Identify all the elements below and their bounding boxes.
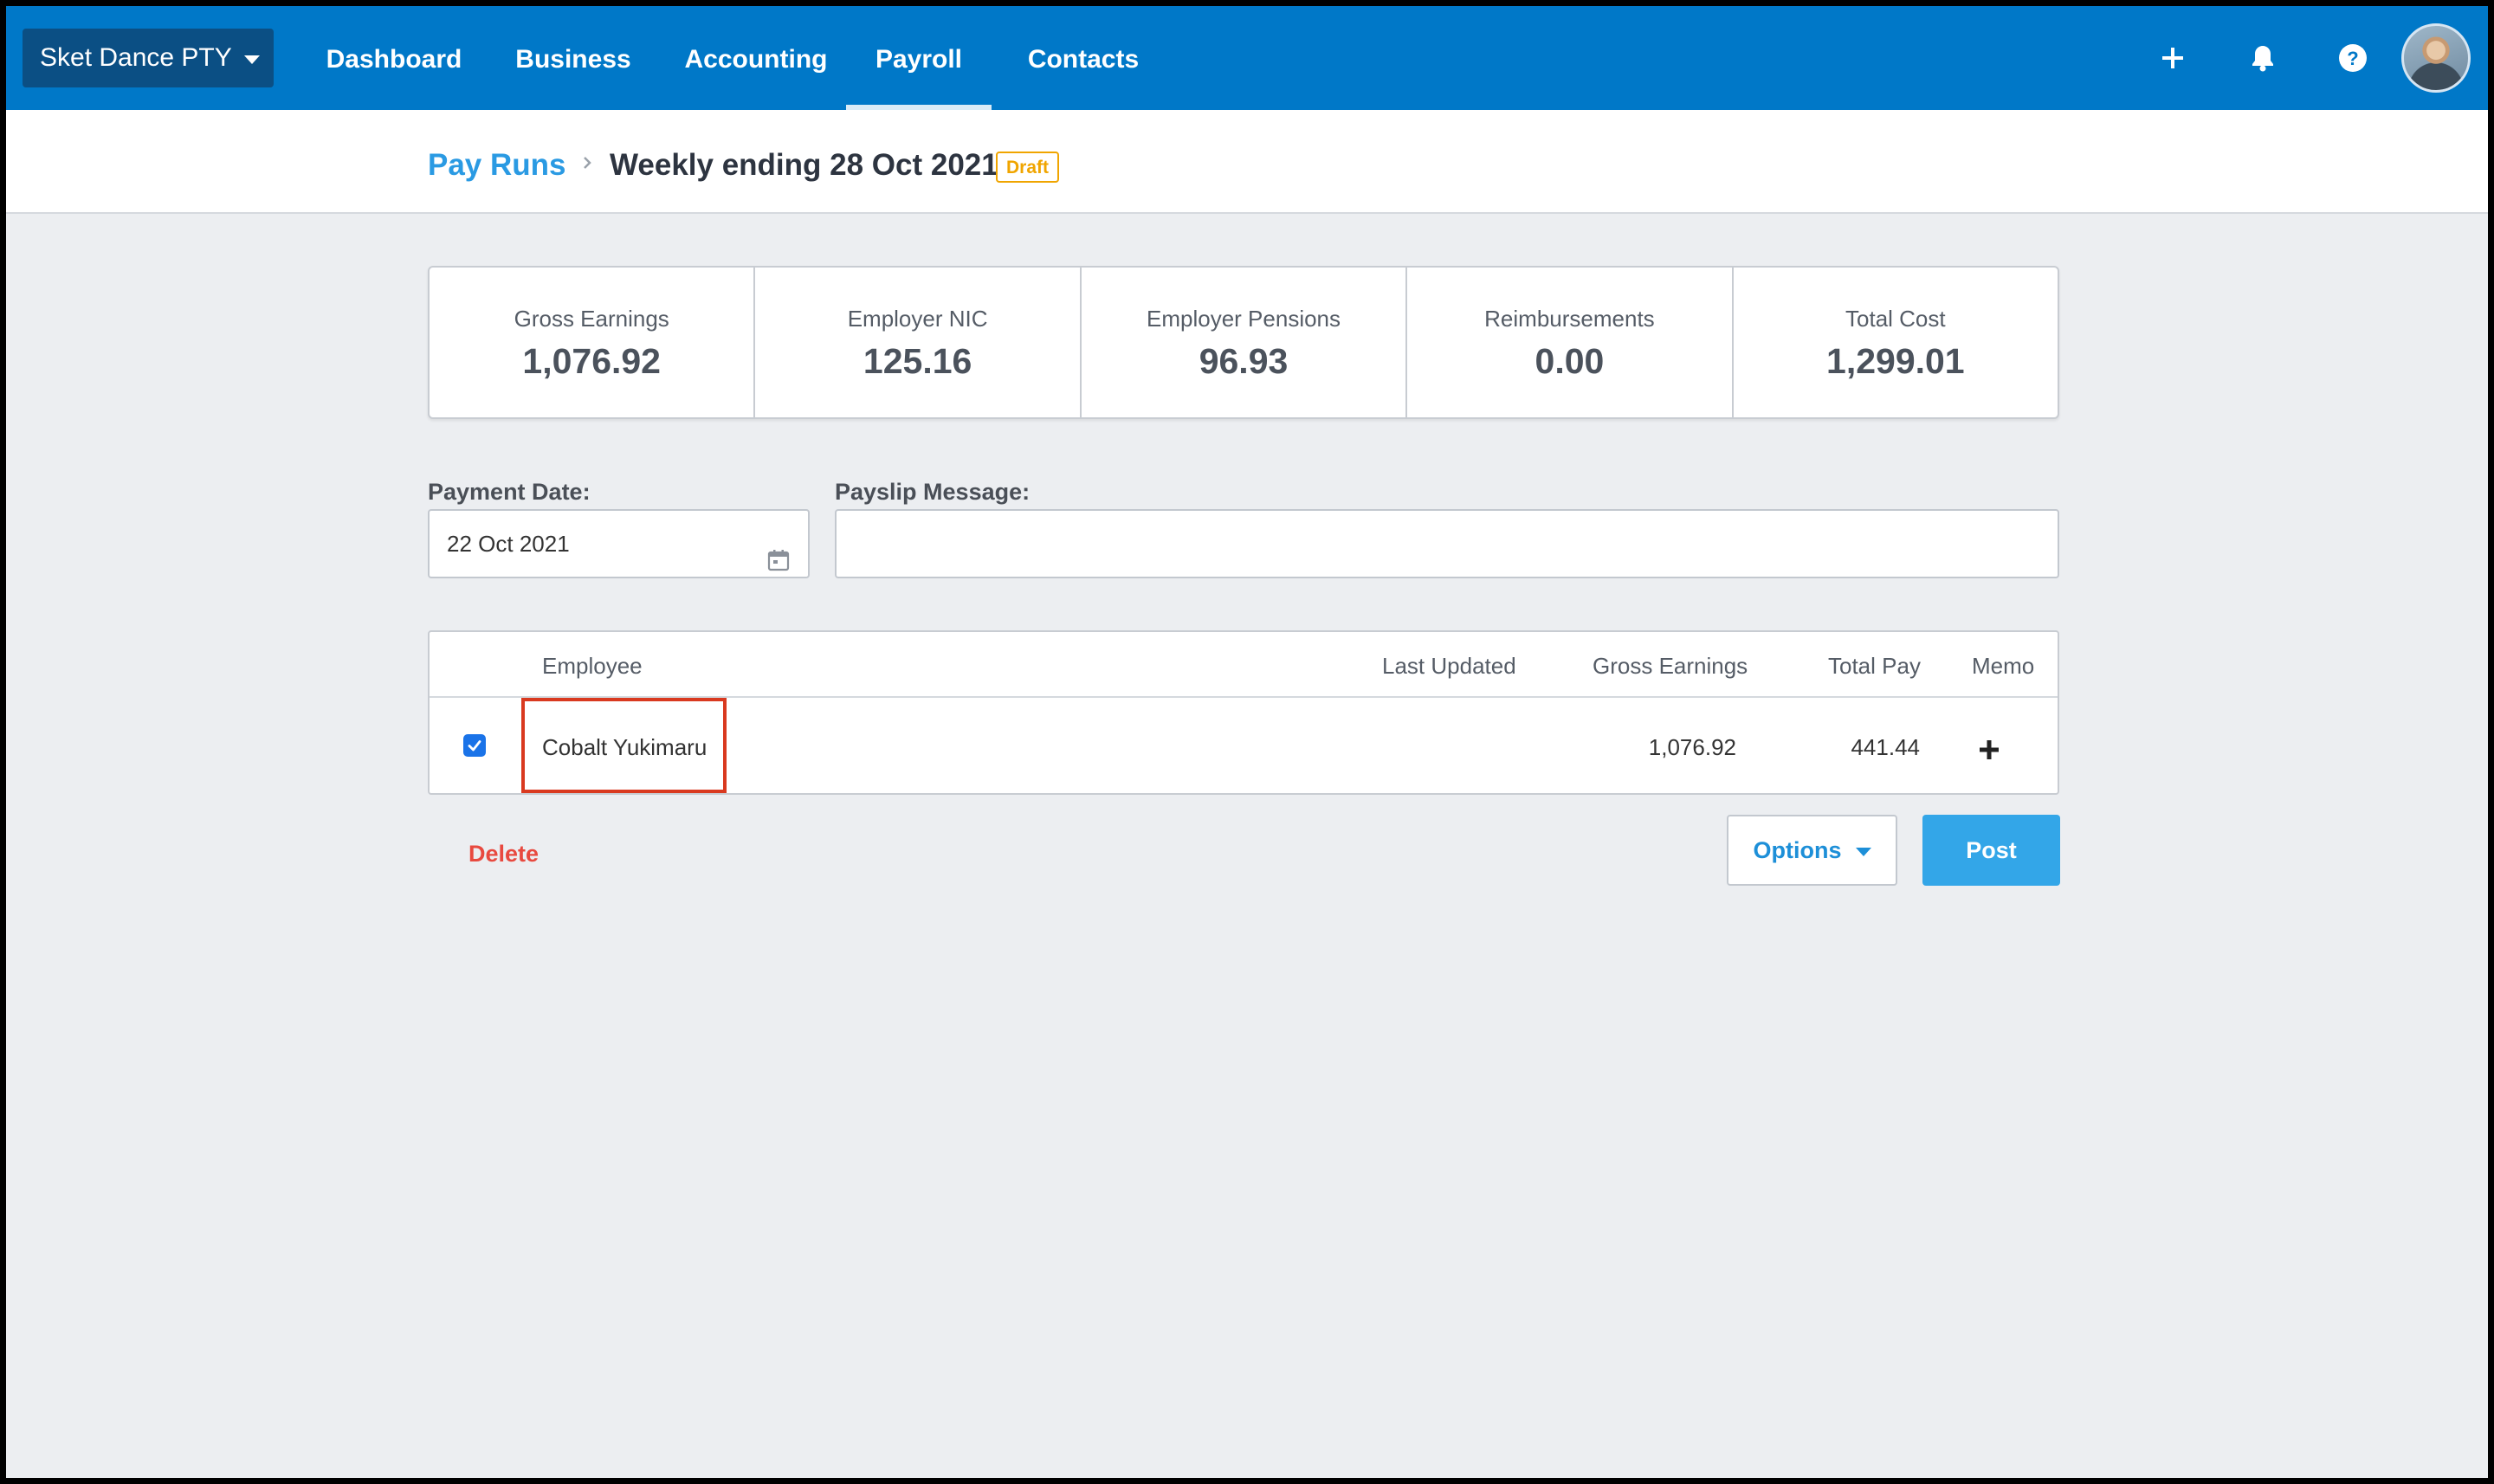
summary-total-cost: Total Cost 1,299.01: [1734, 268, 2058, 417]
payment-date-label: Payment Date:: [428, 479, 591, 505]
status-badge: Draft: [996, 152, 1060, 183]
payslip-message-input[interactable]: [835, 509, 2059, 578]
employee-name[interactable]: Cobalt Yukimaru: [542, 734, 707, 761]
options-label: Options: [1753, 836, 1842, 863]
delete-button[interactable]: Delete: [468, 841, 539, 868]
chevron-down-icon: [243, 55, 260, 64]
column-header-gross-earnings[interactable]: Gross Earnings: [1593, 653, 1748, 680]
bell-icon[interactable]: [2244, 39, 2282, 77]
plus-icon[interactable]: [2154, 39, 2192, 77]
column-header-total-pay[interactable]: Total Pay: [1828, 653, 1921, 680]
top-navigation: Sket Dance PTY Dashboard Business Accoun…: [6, 6, 2488, 110]
table-header: Employee Last Updated Gross Earnings Tot…: [430, 632, 2058, 698]
payment-date-value: 22 Oct 2021: [447, 531, 570, 557]
page-title: Weekly ending 28 Oct 2021: [610, 148, 998, 182]
column-header-employee[interactable]: Employee: [542, 653, 643, 680]
summary-label: Total Cost: [1845, 306, 1946, 332]
app-window: Sket Dance PTY Dashboard Business Accoun…: [6, 6, 2488, 1478]
summary-label: Reimbursements: [1484, 306, 1655, 332]
nav-payroll[interactable]: Payroll: [846, 6, 992, 110]
org-name: Sket Dance PTY: [40, 43, 232, 72]
chevron-down-icon: [1855, 848, 1871, 856]
gross-earnings-value: 1,076.92: [1648, 734, 1736, 760]
summary-value: 1,076.92: [522, 341, 661, 381]
options-button[interactable]: Options: [1727, 815, 1897, 886]
summary-value: 1,299.01: [1826, 341, 1965, 381]
chevron-right-icon: [578, 148, 598, 177]
column-header-memo: Memo: [1972, 653, 2035, 679]
summary-value: 0.00: [1535, 341, 1605, 381]
payslip-message-label: Payslip Message:: [835, 479, 1031, 505]
summary-label: Employer NIC: [847, 306, 988, 332]
summary-reimbursements: Reimbursements 0.00: [1407, 268, 1734, 417]
breadcrumb: Pay Runs Weekly ending 28 Oct 2021 Draft: [6, 110, 2488, 214]
summary-label: Employer Pensions: [1147, 306, 1341, 332]
org-switcher[interactable]: Sket Dance PTY: [23, 29, 274, 87]
avatar[interactable]: [2401, 23, 2471, 93]
calendar-icon[interactable]: [766, 532, 791, 571]
column-header-last-updated[interactable]: Last Updated: [1382, 653, 1516, 680]
svg-text:?: ?: [2347, 48, 2358, 69]
pay-run-summary: Gross Earnings 1,076.92 Employer NIC 125…: [428, 266, 2059, 419]
nav-accounting[interactable]: Accounting: [673, 6, 839, 110]
total-pay-value: 441.44: [1851, 734, 1920, 760]
breadcrumb-pay-runs-link[interactable]: Pay Runs: [428, 148, 566, 183]
nav-dashboard[interactable]: Dashboard: [314, 6, 474, 110]
summary-employer-nic: Employer NIC 125.16: [755, 268, 1082, 417]
nav-contacts[interactable]: Contacts: [1009, 6, 1158, 110]
summary-value: 125.16: [863, 341, 972, 381]
payment-date-input[interactable]: 22 Oct 2021: [428, 509, 810, 578]
summary-label: Gross Earnings: [514, 306, 669, 332]
add-memo-icon[interactable]: [1979, 739, 2000, 760]
help-icon[interactable]: ?: [2334, 39, 2372, 77]
post-button[interactable]: Post: [1922, 815, 2060, 886]
summary-value: 96.93: [1199, 341, 1289, 381]
summary-gross-earnings: Gross Earnings 1,076.92: [430, 268, 756, 417]
nav-business[interactable]: Business: [503, 6, 643, 110]
summary-employer-pensions: Employer Pensions 96.93: [1082, 268, 1408, 417]
row-checkbox[interactable]: [463, 734, 486, 757]
employee-table: Employee Last Updated Gross Earnings Tot…: [428, 630, 2059, 795]
